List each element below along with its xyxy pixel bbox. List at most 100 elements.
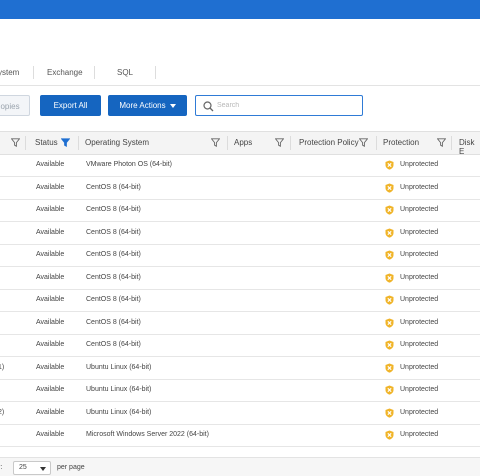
shield-warning-icon [385,183,394,193]
more-actions-label: More Actions [119,101,165,110]
page-size-label: r: [0,464,2,471]
filter-icon[interactable] [275,138,284,147]
os-cell: CentOS 8 (64-bit) [86,184,141,191]
protection-cell: Unprotected [400,229,438,236]
column-header-apps[interactable]: Apps [234,138,252,147]
search-icon [203,101,214,112]
table-row[interactable]: Available CentOS 8 (64-bit) Unprotected [0,334,480,357]
filter-icon[interactable] [359,138,368,147]
protection-cell: Unprotected [400,364,438,371]
status-cell: Available [36,409,64,416]
filter-icon[interactable] [61,138,70,147]
column-divider[interactable] [78,136,79,150]
shield-warning-icon [385,430,394,440]
status-cell: Available [36,431,64,438]
filter-icon[interactable] [437,138,446,147]
status-cell: Available [36,386,64,393]
table-header: Status Operating System Apps Protection Pol… [0,131,480,155]
page-size-value: 25 [19,464,27,471]
column-header-protection[interactable]: Protection [383,138,419,147]
column-header-status[interactable]: Status [35,138,58,147]
shield-warning-icon [385,363,394,373]
table-row[interactable]: AvailableCentOS 8 (64-bit)Unprotected [0,244,480,267]
name-cell: 2) [0,409,4,416]
protection-cell: Unprotected [400,161,438,168]
column-divider[interactable] [451,136,452,150]
search-box[interactable] [195,95,363,116]
status-cell: Available [36,319,64,326]
os-cell: CentOS 8 (64-bit) [86,319,141,326]
table-row[interactable]: AvailableCentOS 8 (64-bit)Unprotected [0,177,480,200]
table-row[interactable]: Available CentOS 8 (64-bit) Unprotected [0,267,480,290]
table-row[interactable]: Available CentOS 8 (64-bit) Unprotected [0,199,480,222]
export-all-button[interactable]: Export All [40,95,101,116]
protection-cell: Unprotected [400,319,438,326]
protection-cell: Unprotected [400,341,438,348]
column-divider[interactable] [227,136,228,150]
column-header-operating-system[interactable]: Operating System [85,138,149,147]
sub-header [0,19,480,61]
protection-cell: Unprotected [400,274,438,281]
table-row[interactable]: Available CentOS 8 (64-bit) Unprotected [0,222,480,245]
status-cell: Available [36,229,64,236]
tab-sql[interactable]: SQL [117,68,133,77]
os-cell: CentOS 8 (64-bit) [86,206,141,213]
os-cell: VMware Photon OS (64-bit) [86,161,172,168]
column-divider[interactable] [25,136,26,150]
table-row[interactable]: 1)AvailableUbuntu Linux (64-bit)Unprotec… [0,357,480,380]
status-cell: Available [36,341,64,348]
protection-cell: Unprotected [400,386,438,393]
protection-cell: Unprotected [400,409,438,416]
table-row[interactable]: Available Microsoft Windows Server 2022 (… [0,424,480,447]
shield-warning-icon [385,160,394,170]
shield-warning-icon [385,408,394,418]
caret-down-icon [170,104,176,108]
os-cell: CentOS 8 (64-bit) [86,341,141,348]
status-cell: Available [36,161,64,168]
column-divider[interactable] [376,136,377,150]
shield-warning-icon [385,295,394,305]
tab-divider [155,66,156,79]
search-input[interactable] [217,98,357,113]
table-row[interactable]: Available CentOS 8 (64-bit) Unprotected [0,289,480,312]
status-cell: Available [36,274,64,281]
shield-warning-icon [385,318,394,328]
os-cell: Microsoft Windows Server 2022 (64-bit) [86,431,209,438]
os-cell: Ubuntu Linux (64-bit) [86,409,151,416]
tab-file-system[interactable]: ystem [0,68,19,77]
protection-cell: Unprotected [400,296,438,303]
status-cell: Available [36,184,64,191]
os-cell: CentOS 8 (64-bit) [86,296,141,303]
column-divider[interactable] [290,136,291,150]
tab-exchange[interactable]: Exchange [47,68,83,77]
protection-cell: Unprotected [400,431,438,438]
more-actions-button[interactable]: More Actions [108,95,187,116]
shield-warning-icon [385,228,394,238]
page-size-select[interactable]: 25 [13,461,51,475]
os-cell: Ubuntu Linux (64-bit) [86,364,151,371]
filter-icon[interactable] [11,138,20,147]
tab-divider [33,66,34,79]
shield-warning-icon [385,273,394,283]
shield-warning-icon [385,205,394,215]
table-row[interactable]: )AvailableUbuntu Linux (64-bit)Unprotect… [0,379,480,402]
protection-cell: Unprotected [400,206,438,213]
copies-button[interactable]: opies [0,95,30,116]
os-cell: CentOS 8 (64-bit) [86,229,141,236]
column-header-protection-policy[interactable]: Protection Policy [299,138,359,147]
status-cell: Available [36,296,64,303]
os-cell: CentOS 8 (64-bit) [86,274,141,281]
pagination-bar: r: 25 per page [0,457,480,476]
status-cell: Available [36,206,64,213]
shield-warning-icon [385,250,394,260]
shield-warning-icon [385,385,394,395]
os-cell: Ubuntu Linux (64-bit) [86,386,151,393]
app-header-bar [0,0,480,19]
table-row[interactable]: Available VMware Photon OS (64-bit) Unprot… [0,154,480,177]
chevron-down-icon [40,467,46,471]
filter-icon[interactable] [211,138,220,147]
shield-warning-icon [385,340,394,350]
table-row[interactable]: 2) Available Ubuntu Linux (64-bit) Unprotec… [0,402,480,425]
table-row[interactable]: Available CentOS 8 (64-bit) Unprotected [0,312,480,335]
name-cell: 1) [0,364,4,371]
